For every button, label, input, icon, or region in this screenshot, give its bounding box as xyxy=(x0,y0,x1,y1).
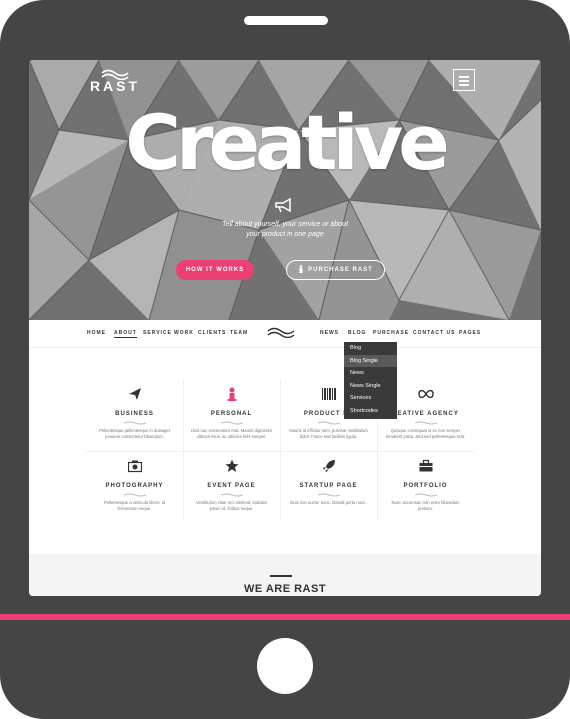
dropdown-item-services[interactable]: Services xyxy=(344,392,397,405)
hero-section: RAST Creative Tell about yourself, your … xyxy=(29,60,541,320)
dropdown-item-blog[interactable]: Blog xyxy=(344,342,397,355)
feature-portfolio: PORTFOLIO Nunc accumsan non enim bibendu… xyxy=(377,459,474,512)
hamburger-icon xyxy=(459,76,469,78)
menu-button[interactable] xyxy=(453,69,475,91)
infinity-icon xyxy=(417,389,434,399)
feature-personal: PERSONAL Duis nac consectetur erat. Maur… xyxy=(183,387,280,440)
nav-contact[interactable]: CONTACT US xyxy=(413,330,455,336)
wave-divider-icon xyxy=(220,493,243,497)
person-icon xyxy=(226,387,237,401)
dropdown-item-blog-single[interactable]: Blog Single xyxy=(344,354,397,368)
accent-stripe xyxy=(0,614,570,620)
wave-divider-icon xyxy=(123,493,146,497)
tablet-frame: RAST Creative Tell about yourself, your … xyxy=(0,0,570,719)
nav-service[interactable]: SERVICE xyxy=(143,330,172,336)
screen: RAST Creative Tell about yourself, your … xyxy=(29,60,541,596)
blog-dropdown-menu: Blog Blog Single News News Single Servic… xyxy=(344,342,397,419)
nav-blog[interactable]: BLOG xyxy=(348,330,366,336)
paper-plane-icon xyxy=(128,388,141,400)
nav-news[interactable]: NEWS xyxy=(320,330,339,336)
dropdown-item-news[interactable]: News xyxy=(344,367,397,380)
nav-home[interactable]: HOME xyxy=(87,330,106,336)
nav-pages[interactable]: PAGES xyxy=(459,330,481,336)
megaphone-icon xyxy=(275,197,291,213)
feature-startup-page: STARTUP PAGE Duis non auctor nunc, bland… xyxy=(280,459,377,506)
wave-divider-icon xyxy=(220,421,243,425)
how-it-works-button[interactable]: HOW IT WORKS xyxy=(176,260,254,280)
wave-divider-icon xyxy=(414,421,437,425)
wave-divider-icon xyxy=(414,493,437,497)
main-nav: HOME ABOUT SERVICE WORK CLIENTS TEAM NEW… xyxy=(29,320,541,348)
feature-event-page: EVENT PAGE Vestibulum vitae orci eleifen… xyxy=(183,459,280,512)
nav-clients[interactable]: CLIENTS xyxy=(198,330,226,336)
dropdown-item-shortcodes[interactable]: Shortcodes xyxy=(344,405,397,418)
section-divider xyxy=(270,575,292,577)
speaker-slot xyxy=(244,16,328,25)
hero-headline: Creative xyxy=(125,98,450,187)
wave-divider-icon xyxy=(123,421,146,425)
hero-tagline: Tell about yourself, your service or abo… xyxy=(222,221,348,238)
barcode-icon xyxy=(321,388,336,400)
site-logo[interactable]: RAST xyxy=(85,68,145,94)
purchase-button[interactable]: PURCHASE RAST xyxy=(286,260,385,280)
dropdown-item-news-single[interactable]: News Single xyxy=(344,380,397,393)
nav-logo-icon[interactable] xyxy=(267,326,295,338)
camera-icon xyxy=(127,460,142,473)
wave-divider-icon xyxy=(317,421,340,425)
person-icon xyxy=(299,265,303,274)
nav-purchase[interactable]: PURCHASE xyxy=(373,330,409,336)
wave-divider-icon xyxy=(317,493,340,497)
logo-text: RAST xyxy=(89,78,141,94)
nav-work[interactable]: WORK xyxy=(174,330,194,336)
home-button[interactable] xyxy=(257,638,313,694)
nav-about[interactable]: ABOUT xyxy=(114,330,137,338)
briefcase-icon xyxy=(419,459,432,472)
rocket-icon xyxy=(322,460,335,472)
feature-business: BUSINESS Pellentesque pellentesque in du… xyxy=(86,387,183,440)
feature-photography: PHOTOGRAPHY Pellentesque a vehicula libe… xyxy=(86,459,183,512)
nav-team[interactable]: TEAM xyxy=(230,330,248,336)
section-title: WE ARE RAST xyxy=(243,583,327,595)
star-icon xyxy=(225,459,238,472)
